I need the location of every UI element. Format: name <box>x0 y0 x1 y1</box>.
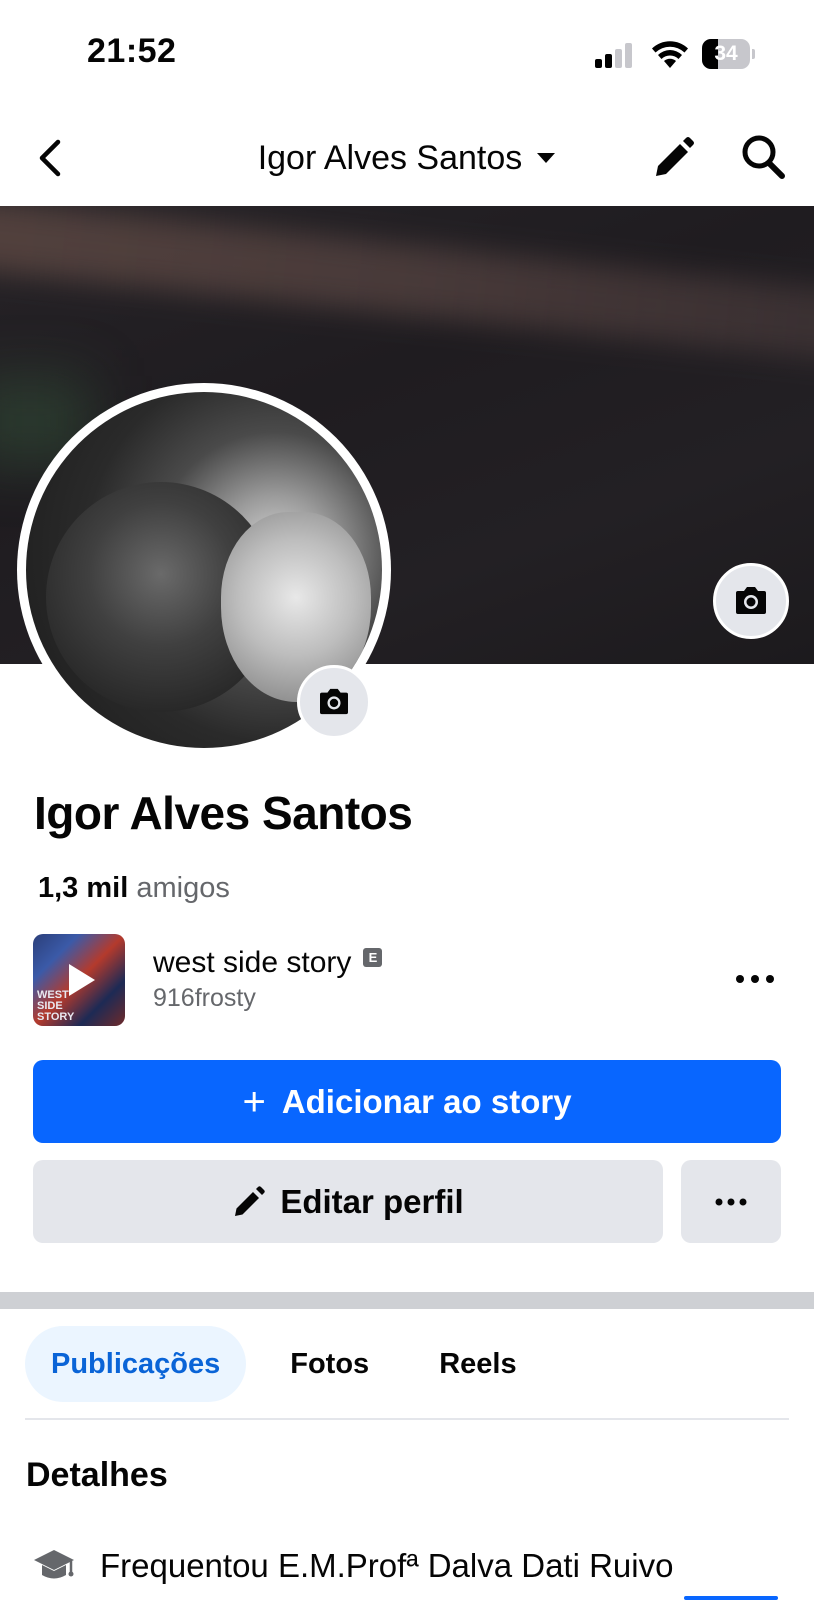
camera-icon <box>736 587 766 614</box>
details-heading: Detalhes <box>26 1456 168 1494</box>
profile-switcher[interactable]: Igor Alves Santos <box>258 139 557 178</box>
add-to-story-label: Adicionar ao story <box>281 1082 572 1120</box>
caret-down-icon <box>537 153 556 163</box>
edit-profile-picture-button[interactable] <box>297 665 371 739</box>
profile-music: WEST SIDE STORY west side story E 916fro… <box>33 934 783 1026</box>
plus-icon: + <box>242 1079 266 1124</box>
back-chevron-icon[interactable] <box>30 134 70 182</box>
edit-cover-button[interactable] <box>713 563 789 639</box>
album-art[interactable]: WEST SIDE STORY <box>33 934 125 1026</box>
friends-label: amigos <box>136 872 230 904</box>
signal-icon <box>595 42 635 68</box>
graduation-cap-icon <box>34 1550 74 1579</box>
tabs-divider <box>25 1418 789 1420</box>
section-separator <box>0 1292 814 1309</box>
camera-icon <box>320 688 348 715</box>
profile-nav-bar: Igor Alves Santos <box>0 110 814 206</box>
add-to-story-button[interactable]: + Adicionar ao story <box>33 1060 781 1143</box>
detail-item-education[interactable]: Frequentou E.M.Profª Dalva Dati Ruivo <box>32 1536 673 1596</box>
more-options-icon <box>715 1198 747 1205</box>
tab-publicacoes[interactable]: Publicações <box>25 1326 247 1402</box>
profile-tabs: Publicações Fotos Reels <box>25 1326 561 1402</box>
status-bar: 21:52 34 <box>0 0 814 100</box>
profile-more-button[interactable] <box>681 1160 781 1243</box>
friends-count-link[interactable]: 1,3 mil amigos <box>38 872 230 905</box>
explicit-badge: E <box>363 947 383 967</box>
song-artist: 916frosty <box>153 984 256 1012</box>
friends-count: 1,3 mil <box>38 872 129 904</box>
wifi-icon <box>652 41 688 68</box>
status-time: 21:52 <box>87 32 177 70</box>
bottom-accent <box>684 1596 778 1600</box>
battery-level: 34 <box>714 42 738 65</box>
pencil-icon[interactable] <box>650 132 696 182</box>
search-icon[interactable] <box>738 130 788 184</box>
edit-profile-label: Editar perfil <box>280 1182 464 1220</box>
pencil-icon <box>235 1185 266 1216</box>
tab-fotos[interactable]: Fotos <box>264 1326 395 1402</box>
song-title: west side story <box>153 946 352 979</box>
edit-profile-button[interactable]: Editar perfil <box>33 1160 663 1243</box>
nav-title: Igor Alves Santos <box>257 138 523 177</box>
song-title-row[interactable]: west side story E <box>153 946 383 980</box>
play-icon <box>69 964 95 996</box>
tab-reels[interactable]: Reels <box>413 1326 542 1402</box>
more-options-icon[interactable] <box>733 964 777 994</box>
battery-icon: 34 <box>702 39 755 69</box>
profile-name: Igor Alves Santos <box>34 787 413 839</box>
detail-education-text: Frequentou E.M.Profª Dalva Dati Ruivo <box>100 1547 674 1584</box>
